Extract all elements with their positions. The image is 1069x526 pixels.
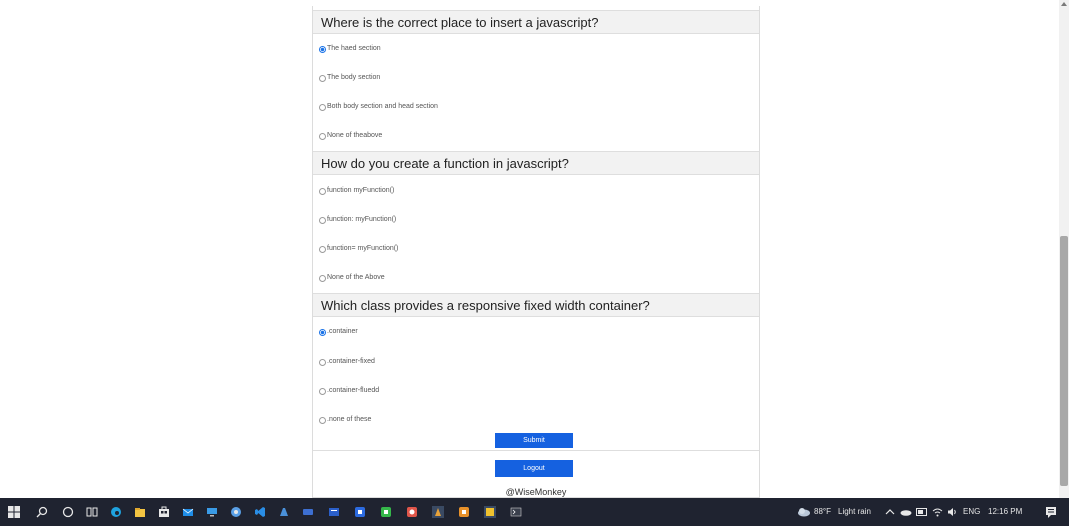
file-explorer-icon[interactable] [134, 506, 146, 518]
radio-checked-icon[interactable] [319, 45, 326, 53]
computer-icon[interactable] [206, 506, 218, 518]
language-indicator[interactable]: ENG [963, 498, 980, 526]
app-icon[interactable] [380, 506, 392, 518]
cortana-icon[interactable] [62, 506, 74, 518]
terminal-icon[interactable] [510, 506, 522, 518]
page-scrollbar[interactable] [1059, 0, 1069, 498]
divider [313, 450, 759, 451]
question-2-option-1[interactable]: function myFunction() [319, 186, 394, 196]
app-icon[interactable] [406, 506, 418, 518]
weather-temperature[interactable]: 88°F [814, 498, 831, 526]
question-2-option-3[interactable]: function= myFunction() [319, 244, 398, 254]
radio-unchecked-icon[interactable] [319, 245, 326, 253]
radio-unchecked-icon[interactable] [319, 416, 326, 424]
question-2-option-2[interactable]: function: myFunction() [319, 215, 396, 225]
question-1-option-3[interactable]: Both body section and head section [319, 102, 438, 112]
submit-button[interactable]: Submit [495, 433, 573, 448]
vscode-icon[interactable] [254, 506, 266, 518]
radio-unchecked-icon[interactable] [319, 387, 326, 395]
taskbar: 88°F Light rain ENG 12:16 PM [0, 498, 1069, 526]
chrome-icon[interactable] [230, 506, 242, 518]
question-3-option-3[interactable]: .container-fluedd [319, 386, 379, 396]
scroll-thumb[interactable] [1060, 236, 1068, 486]
logout-button[interactable]: Logout [495, 460, 573, 477]
radio-unchecked-icon[interactable] [319, 74, 326, 82]
windows-start-icon[interactable] [8, 506, 20, 518]
app-icon[interactable] [432, 506, 444, 518]
app-icon[interactable] [484, 506, 496, 518]
footer-credit: @WiseMonkey [505, 487, 567, 497]
weather-cloud-icon[interactable] [797, 507, 811, 517]
volume-icon[interactable] [947, 507, 958, 517]
question-3-title: Which class provides a responsive fixed … [313, 293, 759, 317]
radio-unchecked-icon[interactable] [319, 132, 326, 140]
app-icon[interactable] [354, 506, 366, 518]
quiz-card: Where is the correct place to insert a j… [312, 6, 760, 498]
battery-icon[interactable] [916, 508, 928, 516]
radio-unchecked-icon[interactable] [319, 187, 326, 195]
store-icon[interactable] [158, 506, 170, 518]
chevron-up-icon[interactable] [885, 508, 895, 516]
question-2-title: How do you create a function in javascri… [313, 151, 759, 175]
question-1-option-2[interactable]: The body section [319, 73, 380, 83]
search-icon[interactable] [36, 506, 48, 518]
radio-unchecked-icon[interactable] [319, 358, 326, 366]
onedrive-cloud-icon[interactable] [900, 508, 912, 516]
question-3-option-2[interactable]: .container-fixed [319, 357, 375, 367]
app-icon[interactable] [278, 506, 290, 518]
question-1-option-4[interactable]: None of theabove [319, 131, 382, 141]
radio-unchecked-icon[interactable] [319, 216, 326, 224]
app-icon[interactable] [328, 506, 340, 518]
question-2-option-4[interactable]: None of the Above [319, 273, 385, 283]
mail-icon[interactable] [182, 506, 194, 518]
radio-checked-icon[interactable] [319, 328, 326, 336]
task-view-icon[interactable] [86, 506, 98, 518]
wifi-icon[interactable] [932, 507, 943, 517]
app-icon[interactable] [458, 506, 470, 518]
question-3-option-1[interactable]: .container [319, 327, 358, 337]
scroll-up-arrow-icon[interactable] [1061, 2, 1067, 6]
clock-time[interactable]: 12:16 PM [988, 498, 1022, 526]
edge-icon[interactable] [110, 506, 122, 518]
radio-unchecked-icon[interactable] [319, 103, 326, 111]
weather-description[interactable]: Light rain [838, 498, 871, 526]
radio-unchecked-icon[interactable] [319, 274, 326, 282]
notification-icon[interactable] [1045, 506, 1057, 518]
question-3-option-4[interactable]: .none of these [319, 415, 371, 425]
question-1-title: Where is the correct place to insert a j… [313, 10, 759, 34]
app-icon[interactable] [302, 506, 314, 518]
question-1-option-1[interactable]: The haed section [319, 44, 381, 54]
